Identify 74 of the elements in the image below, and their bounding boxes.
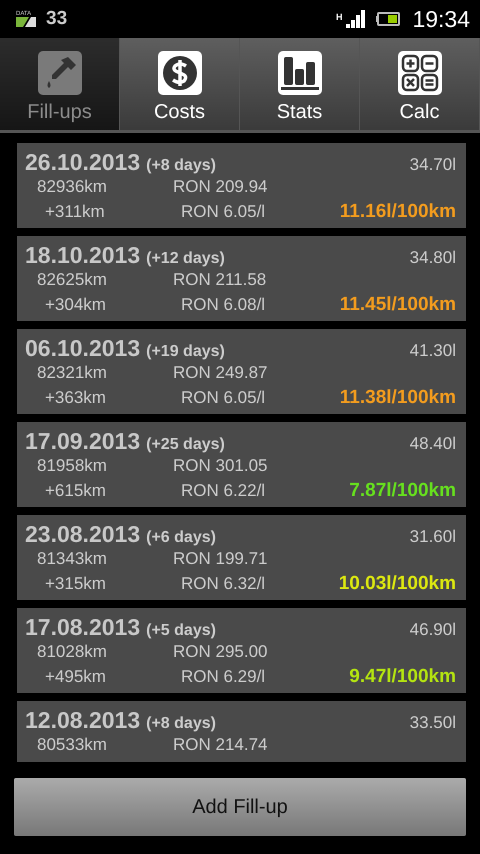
network-type: H — [336, 12, 342, 22]
total-price: RON 214.74 — [173, 735, 268, 755]
fill-up-card[interactable]: 06.10.2013 (+19 days) 41.30l 82321km RON 249.87 +363km RON 6.05/l 11.38l/100km — [17, 329, 466, 414]
days-interval: (+6 days) — [146, 529, 216, 547]
consumption: 11.45l/100km — [340, 294, 456, 316]
total-price: RON 301.05 — [173, 456, 268, 476]
calculator-icon — [398, 50, 442, 94]
unit-price: RON 6.08/l — [181, 295, 266, 315]
fuel-volume: 31.60l — [410, 527, 456, 547]
fuel-volume: 46.90l — [410, 620, 456, 640]
odometer: 82936km — [36, 177, 108, 197]
days-interval: (+25 days) — [146, 436, 225, 454]
distance: +304km — [44, 295, 107, 315]
odometer: 80533km — [36, 735, 108, 755]
fill-up-card[interactable]: 12.08.2013 (+8 days) 33.50l 80533km RON 214.74 — [17, 701, 466, 762]
consumption: 11.38l/100km — [340, 387, 456, 409]
total-price: RON 199.71 — [173, 549, 268, 569]
fuel-volume: 33.50l — [410, 713, 456, 733]
fill-up-date: 06.10.2013 — [25, 335, 140, 362]
total-price: RON 249.87 — [173, 363, 268, 383]
fuel-volume: 41.30l — [410, 341, 456, 361]
tab[interactable]: Costs — [120, 38, 240, 130]
distance: +615km — [44, 481, 107, 501]
unit-price: RON 6.32/l — [181, 574, 266, 594]
odometer: 81343km — [36, 549, 108, 569]
dropper-icon — [38, 50, 82, 94]
fill-up-date: 17.09.2013 — [25, 428, 140, 455]
fuel-volume: 48.40l — [410, 434, 456, 454]
clock: 19:34 — [412, 6, 470, 32]
distance: +495km — [44, 667, 107, 687]
fill-up-card[interactable]: 23.08.2013 (+6 days) 31.60l 81343km RON 199.71 +315km RON 6.32/l 10.03l/100km — [17, 515, 466, 600]
fill-up-date: 12.08.2013 — [25, 707, 140, 734]
total-price: RON 295.00 — [173, 642, 268, 662]
fill-up-card[interactable]: 17.09.2013 (+25 days) 48.40l 81958km RON 301.05 +615km RON 6.22/l 7.87l/100km — [17, 422, 466, 507]
unit-price: RON 6.05/l — [181, 388, 266, 408]
battery-icon — [376, 12, 400, 26]
fill-up-date: 18.10.2013 — [25, 242, 140, 269]
fill-up-date: 17.08.2013 — [25, 614, 140, 641]
fill-up-card[interactable]: 26.10.2013 (+8 days) 34.70l 82936km RON 209.94 +311km RON 6.05/l 11.16l/100km — [17, 143, 466, 228]
total-price: RON 209.94 — [173, 177, 268, 197]
fill-up-date: 23.08.2013 — [25, 521, 140, 548]
unit-price: RON 6.29/l — [181, 667, 266, 687]
odometer: 81028km — [36, 642, 108, 662]
tab[interactable]: Stats — [240, 38, 360, 130]
days-interval: (+8 days) — [146, 157, 216, 175]
days-interval: (+19 days) — [146, 343, 225, 361]
distance: +315km — [44, 574, 107, 594]
unit-price: RON 6.05/l — [181, 202, 266, 222]
days-interval: (+8 days) — [146, 715, 216, 733]
fuel-volume: 34.70l — [410, 155, 456, 175]
distance: +363km — [44, 388, 107, 408]
fill-up-card[interactable]: 18.10.2013 (+12 days) 34.80l 82625km RON 211.58 +304km RON 6.08/l 11.45l/100km — [17, 236, 466, 321]
signal-icon — [346, 10, 366, 28]
odometer: 82625km — [36, 270, 108, 290]
consumption: 11.16l/100km — [340, 201, 456, 223]
total-price: RON 211.58 — [173, 270, 266, 290]
notification-count: 33 — [46, 8, 68, 30]
odometer: 82321km — [36, 363, 108, 383]
distance: +311km — [44, 202, 106, 222]
unit-price: RON 6.22/l — [181, 481, 266, 501]
days-interval: (+12 days) — [146, 250, 225, 268]
dollar-icon — [158, 50, 202, 94]
odometer: 81958km — [36, 456, 108, 476]
consumption: 10.03l/100km — [338, 573, 456, 595]
days-interval: (+5 days) — [146, 622, 216, 640]
consumption: 7.87l/100km — [349, 480, 456, 502]
tab[interactable]: Calc — [360, 38, 480, 130]
bar-chart-icon — [278, 50, 322, 94]
fuel-volume: 34.80l — [410, 248, 456, 268]
fill-up-date: 26.10.2013 — [25, 149, 140, 176]
fill-up-card[interactable]: 17.08.2013 (+5 days) 46.90l 81028km RON 295.00 +495km RON 6.29/l 9.47l/100km — [17, 608, 466, 693]
add-fill-up-button[interactable]: Add Fill-up — [14, 778, 466, 836]
tab[interactable]: Fill-ups — [0, 38, 120, 130]
consumption: 9.47l/100km — [349, 666, 456, 688]
